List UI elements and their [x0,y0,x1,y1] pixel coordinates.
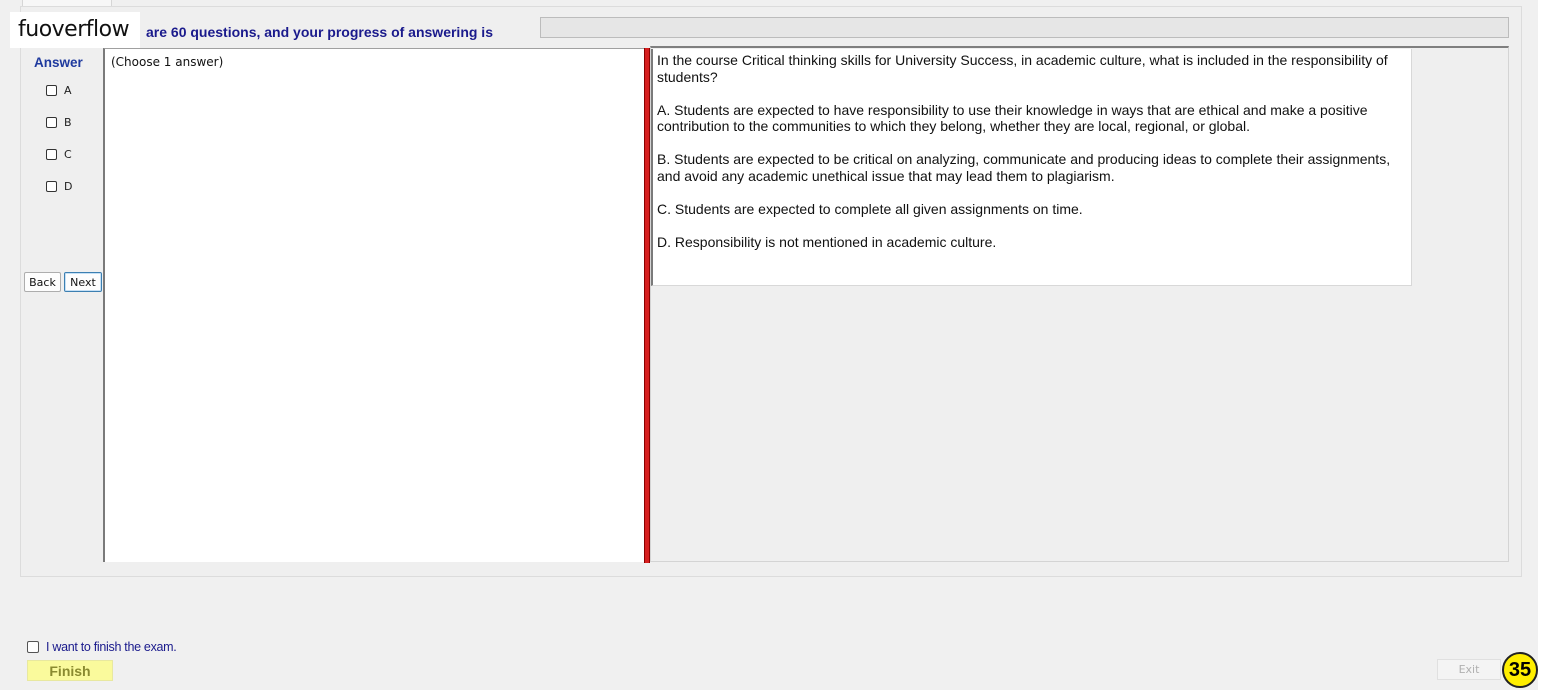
question-number-badge: 35 [1502,652,1538,688]
answer-textbox[interactable] [103,48,644,562]
window-edge [1538,0,1542,690]
option-b-checkbox[interactable]: B [46,114,72,130]
choice-d-text: D. Responsibility is not mentioned in ac… [657,233,997,250]
checkbox-icon[interactable] [27,641,39,653]
choice-c-text: C. Students are expected to complete all… [657,200,1083,217]
option-label: B [64,115,72,129]
answer-heading: Answer [34,55,83,70]
next-button[interactable]: Next [64,272,102,292]
checkbox-icon[interactable] [46,148,57,160]
exit-button[interactable]: Exit [1437,659,1501,680]
question-stem: In the course Critical thinking skills f… [657,52,1388,85]
question-textbox: In the course Critical thinking skills f… [651,49,1412,286]
choice-b-text: B. Students are expected to be critical … [657,151,1391,184]
checkbox-icon[interactable] [46,84,57,96]
progress-label: are 60 questions, and your progress of a… [146,24,493,40]
option-a-checkbox[interactable]: A [46,82,72,98]
option-d-checkbox[interactable]: D [46,178,72,194]
finish-exam-label: I want to finish the exam. [46,640,177,654]
answer-instruction: (Choose 1 answer) [111,55,224,69]
back-button[interactable]: Back [24,272,61,292]
checkbox-icon[interactable] [46,116,57,128]
option-c-checkbox[interactable]: C [46,146,72,162]
option-label: D [64,179,73,193]
progress-bar [540,17,1509,38]
option-label: A [64,83,72,97]
checkbox-icon[interactable] [46,180,57,192]
finish-exam-checkbox[interactable]: I want to finish the exam. [27,640,177,654]
watermark: fuoverflow [10,12,140,48]
choice-a-text: A. Students are expected to have respons… [657,101,1368,135]
finish-button[interactable]: Finish [27,660,113,681]
option-label: C [64,147,72,161]
